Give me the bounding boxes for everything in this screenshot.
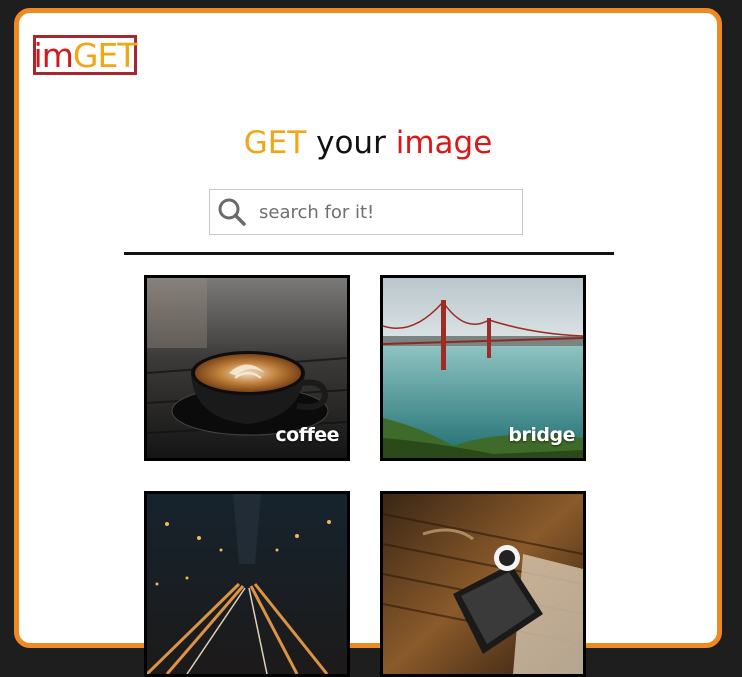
tile-label: coffee [275,424,339,446]
image-tile-desk[interactable] [380,491,586,677]
site-logo[interactable]: im GET [33,35,137,75]
divider-line [124,252,614,255]
headline-word-image: image [395,125,493,161]
page-headline: GET your image [19,121,717,165]
image-tile-city[interactable] [144,491,350,677]
image-tile-coffee[interactable]: coffee [144,275,350,461]
logo-text-get: GET [72,35,138,75]
search-box[interactable] [209,189,523,235]
headline-word-your: your [316,125,386,161]
headline-word-get: GET [243,125,307,161]
image-tile-bridge[interactable]: bridge [380,275,586,461]
page-card: im GET GET your image search for it! cof… [14,8,722,677]
search-icon[interactable] [217,197,247,227]
tile-label: bridge [508,424,575,446]
search-input[interactable] [259,201,499,223]
logo-text-im: im [33,35,74,75]
desk-image [383,494,583,674]
city-image [147,494,347,674]
